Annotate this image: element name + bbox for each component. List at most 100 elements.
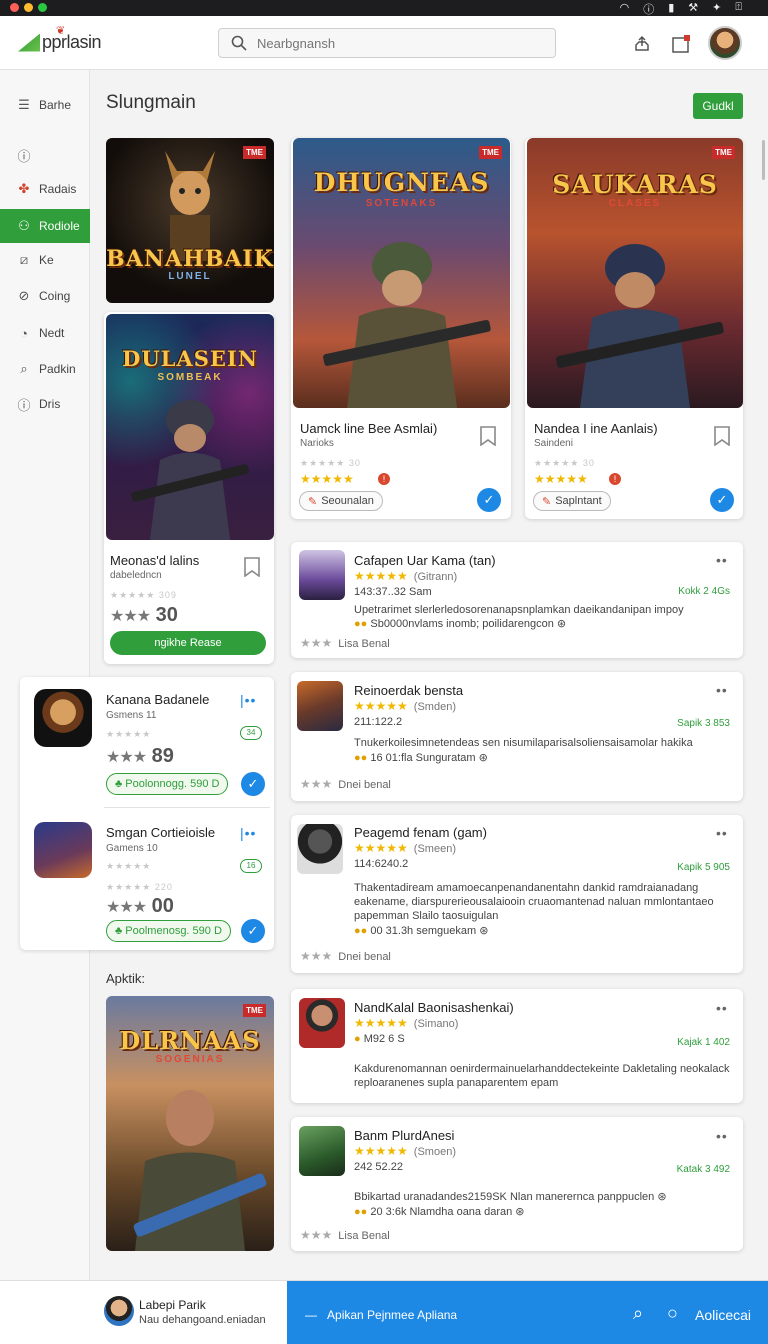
result-stars-label: (Gitrann) — [413, 571, 458, 583]
result-title: NandKalal Baonisashenkai) — [354, 1000, 514, 1015]
game-poster-dlrnaas[interactable]: TME DLRNAAS SOGENIAS — [106, 996, 274, 1251]
soldier-figure — [131, 400, 249, 540]
search-box[interactable] — [218, 28, 556, 58]
app-thumbnail — [297, 824, 343, 874]
bookmark-icon[interactable] — [243, 557, 261, 577]
result-green-stat: Katak 3 492 — [676, 1164, 730, 1175]
more-options-icon[interactable]: •• — [716, 682, 728, 698]
price-pill[interactable]: ♣ Poolonnogg. 590 D — [106, 773, 229, 795]
search-input[interactable] — [257, 35, 517, 51]
status-pill-label: Seounalan — [321, 495, 374, 507]
game-title: Meonas'd lalins — [110, 553, 200, 568]
section-label: Apktik: — [106, 971, 146, 986]
top-action-button[interactable]: Gudkl — [693, 93, 743, 119]
more-options-icon[interactable]: |•• — [240, 825, 256, 841]
installed-check-icon[interactable]: ✓ — [710, 488, 734, 512]
app-thumbnail — [299, 550, 345, 600]
result-meta: 211:122.2 — [354, 716, 403, 728]
minimize-window-icon[interactable] — [24, 3, 33, 12]
result-footer: ★★★ Dnei benal — [300, 777, 391, 791]
sidebar-item-menu[interactable]: ☰ Barhe — [0, 88, 90, 122]
sidebar-item-nedt[interactable]: ◔ Nedt — [0, 316, 90, 350]
bookmark-icon[interactable] — [713, 426, 731, 446]
result-title: Peagemd fenam (gam) — [354, 825, 487, 840]
notifications-icon[interactable] — [671, 34, 691, 54]
search-icon[interactable]: ⌕ — [633, 1303, 643, 1324]
count-badge: 34 — [240, 726, 262, 740]
installed-check-icon[interactable]: ✓ — [477, 488, 501, 512]
bookmark-icon[interactable] — [479, 426, 497, 446]
sidebar-item-ke[interactable]: ⧄ Ke — [0, 243, 90, 277]
more-options-icon[interactable]: |•• — [240, 692, 256, 708]
list-item-title: Smgan Cortieioisle — [106, 825, 216, 840]
logo-mark-icon — [18, 33, 40, 52]
sidebar-item-rodiole[interactable]: ⚇ Rodiole — [0, 209, 90, 243]
user-avatar[interactable] — [708, 26, 742, 60]
close-window-icon[interactable] — [10, 3, 19, 12]
more-options-icon[interactable]: •• — [716, 552, 728, 568]
sidebar-item-label: Dris — [39, 397, 61, 411]
result-description: Bbikartad uranadandes2159SK Nlan manerer… — [354, 1191, 667, 1203]
character-figure — [165, 151, 215, 261]
game-developer: dabeledncn — [110, 570, 162, 581]
more-options-icon[interactable]: •• — [716, 1000, 728, 1016]
game-title: Nandea I ine Aanlais) — [534, 421, 658, 436]
result-green-stat: Sapik 3 853 — [677, 718, 730, 729]
sidebar-item-info[interactable]: ⓘ — [0, 138, 90, 172]
poster-subtitle: SOMBEAK — [157, 372, 223, 383]
result-description: Tnukerkoilesimnetendeas sen nisumilapari… — [354, 737, 693, 749]
chart-icon: ⧄ — [19, 252, 29, 267]
rating-score: ★★★ 00 — [106, 895, 174, 918]
sidebar-item-dris[interactable]: ⓘ Dris — [0, 387, 90, 421]
share-status-icon: ⍐ — [735, 1, 742, 13]
sidebar-item-coing[interactable]: ⊘ Coing — [0, 279, 90, 313]
action-panel-text: Apikan Pejnmee Apliana — [327, 1308, 458, 1322]
app-logo[interactable]: pprlasin ❦ — [18, 25, 102, 53]
price-pill[interactable]: ♣ Poolmenosg. 590 D — [106, 920, 231, 942]
status-pill[interactable]: ✎ Saplntant — [533, 491, 611, 511]
result-stars-label: (Smeen) — [413, 843, 456, 855]
tag-icon: ✎ — [308, 495, 318, 508]
status-pill-label: Saplntant — [555, 495, 602, 507]
result-stars: ★★★★★ (Smoen) — [354, 1144, 456, 1158]
coin-icon: ● — [354, 1033, 361, 1045]
result-meta: 143:37..32 Sam — [354, 586, 432, 598]
status-pill[interactable]: ✎ Seounalan — [299, 491, 383, 511]
rating-score: ★★★ 89 — [106, 745, 174, 768]
result-footer: ★★★ Dnei benal — [300, 949, 391, 963]
coin-icon: ●● — [354, 752, 368, 764]
game-title: Uamck line Bee Asmlai) — [300, 421, 438, 436]
result-footer-label: Dnei benal — [338, 779, 391, 791]
game-developer: Narioks — [300, 438, 334, 449]
sidebar-item-radais[interactable]: ✤ Radais — [0, 172, 90, 206]
poster-badge: TME — [243, 146, 266, 159]
installed-check-icon[interactable]: ✓ — [241, 919, 265, 943]
result-description-line2: ●● 16 01:fla Sunguratam ⊛ — [354, 752, 488, 764]
sidebar-item-padkin[interactable]: ⌕ Padkin — [0, 352, 90, 386]
chat-icon[interactable]: ○ — [667, 1303, 678, 1324]
soldier-figure — [133, 1090, 267, 1251]
installed-check-icon[interactable]: ✓ — [241, 772, 265, 796]
rating-value: 30 — [155, 604, 178, 626]
upload-icon[interactable] — [632, 34, 652, 54]
profile-avatar[interactable] — [104, 1296, 134, 1326]
scrollbar-thumb[interactable] — [762, 140, 765, 180]
app-thumbnail[interactable] — [34, 689, 92, 747]
result-desc2-text: Sb0000nvlams inomb; poilidarengcon — [370, 618, 554, 630]
maximize-window-icon[interactable] — [38, 3, 47, 12]
sidebar-item-label: Rodiole — [39, 219, 80, 233]
game-poster-saukaras[interactable]: TME SAUKARAS CLASES — [527, 138, 743, 408]
app-thumbnail[interactable] — [34, 822, 92, 878]
more-options-icon[interactable]: •• — [716, 1128, 728, 1144]
tag-icon: ✎ — [542, 495, 552, 508]
game-poster-banahbaik[interactable]: TME BANAHBAIK LUNEL — [106, 138, 274, 303]
more-options-icon[interactable]: •• — [716, 825, 728, 841]
star-status-icon: ✦ — [712, 2, 722, 14]
result-description-line2: ●● 20 3:6k Nlamdha oana daran ⊛ — [354, 1206, 525, 1218]
action-panel-label: — Apikan Pejnmee Apliana — [305, 1308, 458, 1322]
action-panel[interactable]: — Apikan Pejnmee Apliana ⌕ ○ Aolicecai — [287, 1281, 768, 1344]
install-button[interactable]: ngikhe Rease — [110, 631, 266, 655]
game-poster-dulasein[interactable]: DULASEIN SOMBEAK — [106, 314, 274, 540]
action-link[interactable]: Aolicecai — [695, 1307, 751, 1323]
game-poster-dhugneas[interactable]: TME DHUGNEAS SOTENAKS — [293, 138, 510, 408]
